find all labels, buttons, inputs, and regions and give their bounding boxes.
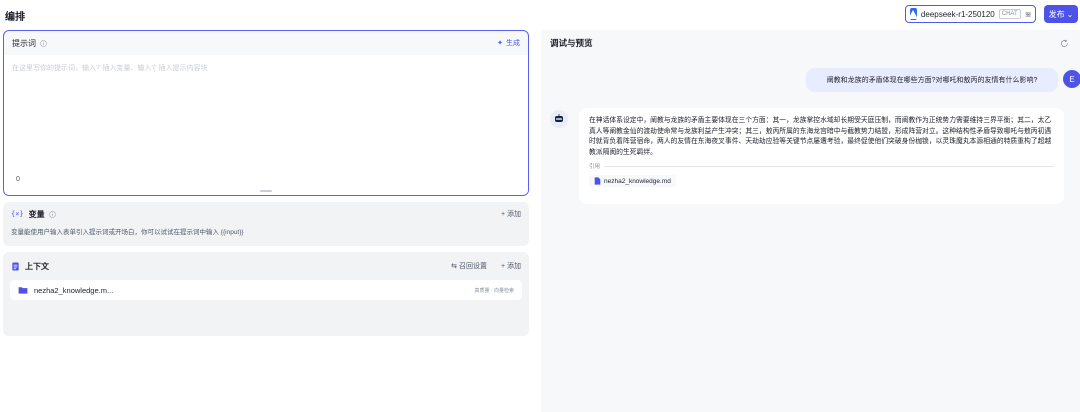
context-card: 上下文 ⇆ 召回设置 + 添加 nezha2_knowledge.m... 高质… — [3, 252, 529, 336]
prompt-placeholder: 在这里写你的提示词，输入'/' 插入变量、输入'{' 插入提示内容块 — [12, 65, 208, 72]
model-type-badge: CHAT — [998, 9, 1021, 19]
chevron-down-icon: ⌄ — [1066, 9, 1074, 19]
context-item-name: nezha2_knowledge.m... — [34, 285, 114, 295]
bot-message: 在神话体系设定中，阐教与龙族的矛盾主要体现在三个方面：其一，龙族掌控水域却长期受… — [579, 108, 1064, 204]
file-icon — [594, 177, 601, 185]
page-title: 编排 — [5, 12, 25, 23]
prompt-char-count: 0 — [16, 176, 20, 183]
recall-settings-label: 召回设置 — [458, 263, 487, 270]
citation-file[interactable]: nezha2_knowledge.md — [589, 175, 676, 187]
resize-handle[interactable] — [260, 190, 272, 192]
citation-section: 引用 — [589, 162, 1054, 170]
add-variable-button[interactable]: + 添加 — [501, 209, 521, 219]
generate-button[interactable]: ✦ 生成 — [497, 38, 520, 48]
context-title: 上下文 — [25, 261, 49, 271]
prompt-card: 提示词 ✦ 生成 在这里写你的提示词，输入'/' 插入变量、输入'{' 插入提示… — [3, 30, 529, 196]
top-bar: 编排 deepseek-r1-250120 CHAT 发布 ⌄ — [0, 0, 1080, 28]
robot-icon — [555, 114, 563, 122]
user-message: 阐教和龙族的矛盾体现在哪些方面?对哪吒和敖丙的友情有什么影响? — [806, 68, 1058, 92]
model-name: deepseek-r1-250120 — [920, 9, 995, 19]
bot-message-text: 在神话体系设定中，阐教与龙族的矛盾主要体现在三个方面：其一，龙族掌控水域却长期受… — [589, 117, 1052, 156]
context-header: 上下文 ⇆ 召回设置 + 添加 — [3, 252, 529, 280]
info-icon[interactable] — [48, 210, 56, 218]
citation-file-name: nezha2_knowledge.md — [604, 177, 671, 185]
generate-label: 生成 — [506, 40, 520, 47]
debug-title: 调试与预览 — [550, 38, 593, 48]
refresh-icon[interactable] — [1060, 39, 1069, 48]
prompt-title: 提示词 — [12, 38, 36, 48]
model-selector[interactable]: deepseek-r1-250120 CHAT — [905, 5, 1036, 23]
sparkle-icon: ✦ — [497, 40, 503, 47]
publish-button[interactable]: 发布 ⌄ — [1044, 5, 1078, 23]
publish-label: 发布 — [1048, 9, 1065, 19]
variables-header: {×} 变量 + 添加 — [3, 202, 529, 226]
citation-label: 引用 — [589, 164, 601, 170]
variables-description: 变量能使用户输入表单引入提示词或开场白，你可以试试在提示词中输入 {{input… — [11, 229, 244, 236]
document-icon — [12, 261, 19, 271]
model-logo-icon — [910, 8, 917, 20]
swap-icon: ⇆ — [451, 263, 457, 270]
recall-settings-button[interactable]: ⇆ 召回设置 — [451, 261, 487, 271]
info-icon[interactable] — [40, 39, 47, 47]
prompt-header: 提示词 ✦ 生成 — [4, 31, 528, 55]
context-item[interactable]: nezha2_knowledge.m... 高质量 · 向量检索 — [10, 280, 522, 300]
user-avatar: E — [1063, 70, 1080, 88]
variables-title: 变量 — [28, 209, 45, 219]
settings-sliders-icon[interactable] — [1025, 9, 1031, 20]
orchestration-panel: 提示词 ✦ 生成 在这里写你的提示词，输入'/' 插入变量、输入'{' 插入提示… — [3, 30, 529, 412]
prompt-input[interactable]: 在这里写你的提示词，输入'/' 插入变量、输入'{' 插入提示内容块 0 — [4, 55, 528, 195]
debug-preview-panel: 调试与预览 阐教和龙族的矛盾体现在哪些方面?对哪吒和敖丙的友情有什么影响? E … — [541, 30, 1080, 412]
debug-header: 调试与预览 — [541, 30, 1080, 56]
add-context-button[interactable]: + 添加 — [501, 261, 521, 271]
folder-icon — [18, 287, 28, 294]
context-item-tag: 高质量 · 向量检索 — [474, 287, 514, 294]
bot-avatar — [550, 110, 568, 128]
divider — [604, 165, 1054, 167]
variables-card: {×} 变量 + 添加 变量能使用户输入表单引入提示词或开场白，你可以试试在提示… — [3, 202, 529, 246]
variable-braces-icon: {×} — [11, 210, 24, 218]
